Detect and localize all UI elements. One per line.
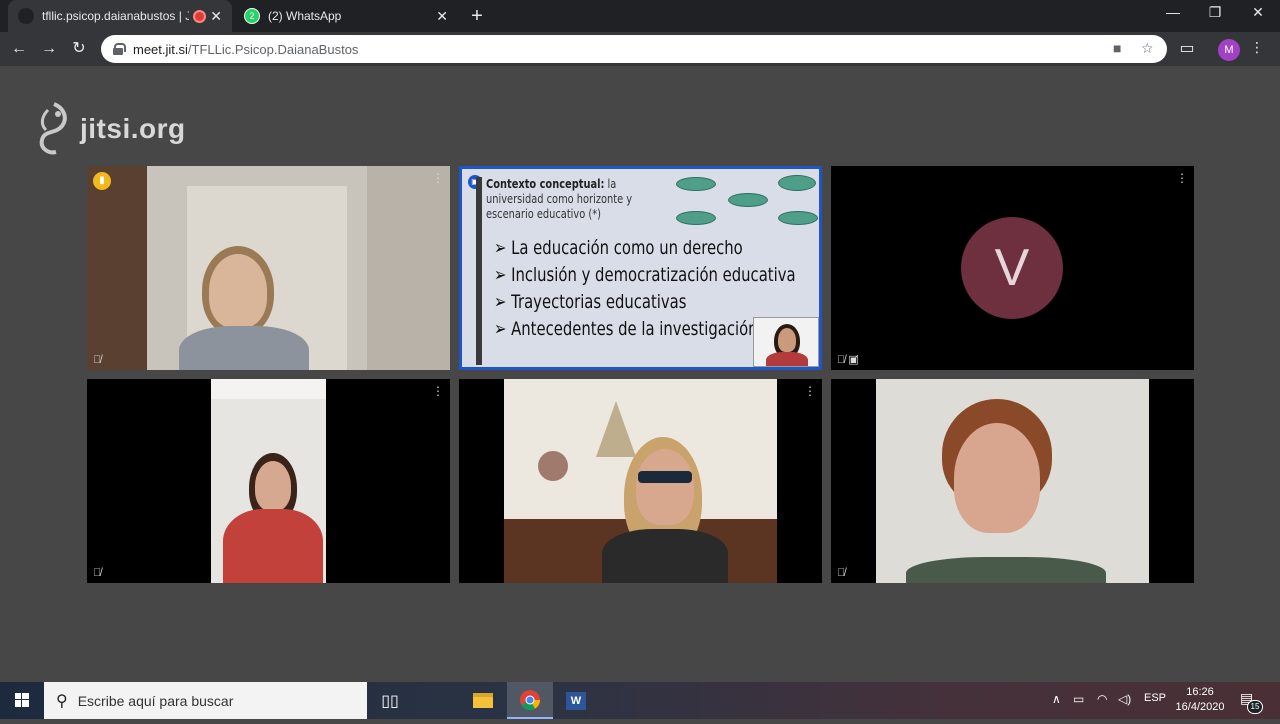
tile-menu-icon[interactable]: ⋮ bbox=[432, 172, 444, 184]
tile-menu-icon[interactable]: ⋮ bbox=[804, 385, 816, 397]
tab-whatsapp[interactable]: 2 (2) WhatsApp ✕ bbox=[234, 0, 458, 32]
profile-avatar[interactable]: M bbox=[1218, 39, 1240, 61]
jitsi-logo: jitsi.org bbox=[34, 100, 186, 158]
participant-avatar: V bbox=[961, 217, 1063, 319]
participant-tile[interactable]: ⋮ bbox=[459, 379, 822, 583]
slide-bullet: ➢ La educación como un derecho bbox=[494, 237, 743, 259]
presenter-thumbnail bbox=[753, 317, 819, 367]
slide-bullet: ➢ Trayectorias educativas bbox=[494, 291, 687, 313]
chrome-icon[interactable] bbox=[507, 682, 553, 719]
word-icon[interactable]: W bbox=[553, 682, 599, 719]
mic-muted-icon: 🎙̸ bbox=[93, 354, 102, 366]
slide-heading: Contexto conceptual: la universidad como… bbox=[486, 177, 633, 221]
close-tab-icon[interactable]: ✕ bbox=[210, 8, 222, 25]
search-placeholder: Escribe aquí para buscar bbox=[77, 692, 234, 709]
task-view-icon[interactable]: ▯▯ bbox=[367, 682, 413, 719]
diagram-node bbox=[728, 193, 768, 207]
tab-title: tfllic.psicop.daianabustos | Jit bbox=[42, 9, 190, 23]
slide-bullet: ➢ Inclusión y democratización educativa bbox=[494, 264, 796, 286]
browser-window: tfllic.psicop.daianabustos | Jit ✕ 2 (2)… bbox=[0, 0, 1280, 66]
mic-muted-icon: 🎙̸ bbox=[837, 567, 846, 579]
slide-bullet: ➢ Antecedentes de la investigación bbox=[494, 318, 758, 340]
participant-tile[interactable]: ⋮ 🎙̸ bbox=[87, 379, 450, 583]
camera-icon[interactable]: ■ bbox=[1113, 40, 1121, 56]
taskbar-search[interactable]: ⚲ Escribe aquí para buscar bbox=[44, 682, 367, 719]
cast-icon[interactable]: ▭ bbox=[1176, 38, 1198, 60]
address-bar[interactable]: meet.jit.si/TFLLic.Psicop.DaianaBustos ■… bbox=[101, 35, 1167, 63]
search-icon: ⚲ bbox=[56, 692, 68, 710]
lock-icon bbox=[113, 43, 126, 55]
notification-count-badge: 15 bbox=[1247, 700, 1263, 714]
tile-menu-icon[interactable]: ⋮ bbox=[432, 385, 444, 397]
diagram-node bbox=[676, 177, 716, 191]
url-text: meet.jit.si/TFLLic.Psicop.DaianaBustos bbox=[133, 41, 359, 57]
new-tab-button[interactable]: + bbox=[466, 5, 488, 27]
back-arrow-icon[interactable]: ← bbox=[8, 38, 30, 60]
tab-title: (2) WhatsApp bbox=[268, 9, 342, 23]
taskbar-clock[interactable]: 16:26 16/4/2020 bbox=[1170, 685, 1230, 715]
jitsi-favicon-icon bbox=[18, 8, 34, 24]
diagram-node bbox=[778, 211, 818, 225]
video-feed bbox=[211, 379, 326, 583]
tile-menu-icon[interactable]: ⋮ bbox=[1176, 172, 1188, 184]
volume-icon[interactable]: ◁) bbox=[1118, 692, 1131, 706]
show-hidden-icons-icon[interactable]: ∧ bbox=[1052, 692, 1061, 706]
audio-level-icon: ▮ bbox=[93, 172, 111, 190]
battery-icon[interactable]: ▭ bbox=[1073, 692, 1084, 706]
tab-jitsi[interactable]: tfllic.psicop.daianabustos | Jit ✕ bbox=[8, 0, 232, 32]
recording-icon bbox=[195, 11, 205, 21]
wifi-icon[interactable]: ◠ bbox=[1097, 692, 1107, 706]
input-language[interactable]: ESP bbox=[1144, 692, 1166, 704]
close-window-button[interactable]: ✕ bbox=[1247, 4, 1269, 21]
windows-logo-icon bbox=[15, 693, 29, 707]
clock-date: 16/4/2020 bbox=[1175, 701, 1225, 713]
windows-taskbar: ⚲ Escribe aquí para buscar ▯▯ W ∧ ▭ ◠ ◁)… bbox=[0, 682, 1280, 719]
participant-tile[interactable]: ▮ ⋮ 🎙̸ bbox=[87, 166, 450, 370]
start-button[interactable] bbox=[0, 682, 44, 719]
logo-text: jitsi.org bbox=[80, 113, 186, 144]
tab-strip: tfllic.psicop.daianabustos | Jit ✕ 2 (2)… bbox=[0, 0, 1280, 32]
close-tab-icon[interactable]: ✕ bbox=[436, 8, 448, 25]
whatsapp-icon: 2 bbox=[244, 8, 260, 24]
bookmark-star-icon[interactable]: ☆ bbox=[1141, 40, 1154, 57]
screen-share-tile[interactable]: ▣ Contexto conceptual: la universidad co… bbox=[459, 166, 822, 370]
jitsi-swirl-icon bbox=[39, 102, 67, 155]
reload-icon[interactable]: ↻ bbox=[68, 38, 90, 60]
participant-tile[interactable]: V ⋮ 🎙̸ ▣̸ bbox=[831, 166, 1194, 370]
diagram-node bbox=[676, 211, 716, 225]
clock-time: 16:26 bbox=[1186, 686, 1214, 698]
video-feed bbox=[876, 379, 1149, 583]
jitsi-meeting: jitsi.org ▮ ⋮ 🎙̸ ▣ Contexto conceptual: … bbox=[0, 66, 1280, 682]
file-explorer-icon[interactable] bbox=[460, 682, 506, 719]
video-feed bbox=[504, 379, 777, 583]
restore-button[interactable]: ❐ bbox=[1204, 4, 1226, 21]
browser-menu-icon[interactable]: ⋮ bbox=[1250, 39, 1264, 56]
mic-muted-icon: 🎙̸ bbox=[93, 567, 102, 579]
mic-muted-icon: 🎙̸ ▣̸ bbox=[837, 354, 859, 366]
participant-tile[interactable]: 🎙̸ bbox=[831, 379, 1194, 583]
minimize-button[interactable]: — bbox=[1162, 4, 1184, 20]
forward-arrow-icon[interactable]: → bbox=[38, 38, 60, 60]
diagram-node bbox=[778, 175, 816, 191]
slide-bullets: ➢ La educación como un derecho ➢ Inclusi… bbox=[494, 235, 881, 343]
browser-toolbar: ← → ↻ meet.jit.si/TFLLic.Psicop.DaianaBu… bbox=[0, 32, 1280, 66]
